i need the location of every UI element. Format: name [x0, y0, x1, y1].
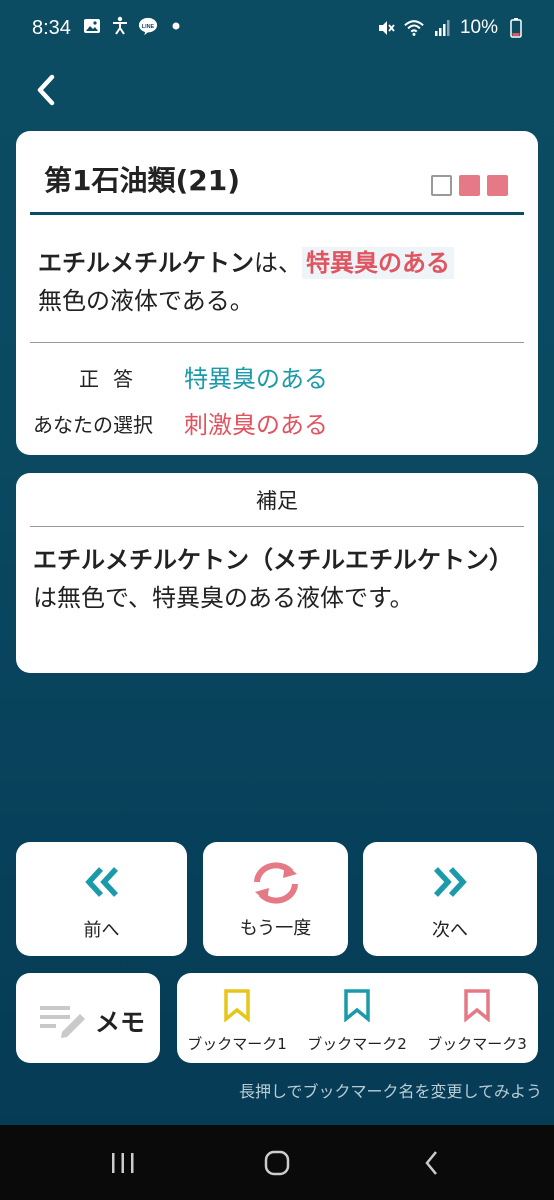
bookmark-3-button[interactable]: ブックマーク3 [417, 973, 537, 1063]
statement-term: エチルメチルケトン [38, 249, 254, 277]
back-button[interactable] [30, 72, 66, 108]
statement-particle: は、 [254, 249, 302, 277]
statement-rest: 無色の液体である。 [38, 287, 254, 315]
correct-answer-row: 正答 特異臭のある [16, 357, 538, 393]
memo-pencil-icon [40, 1006, 85, 1038]
statement-blank: 特異臭のある [302, 247, 454, 279]
wifi-icon [404, 18, 424, 38]
accessibility-icon [110, 16, 130, 36]
signal-icon [432, 18, 452, 38]
retry-button[interactable]: もう一度 [203, 842, 348, 956]
next-button[interactable]: 次へ [363, 842, 537, 956]
system-back-button[interactable] [412, 1147, 452, 1179]
prev-label: 前へ [83, 920, 120, 941]
supplement-body: エチルメチルケトン（メチルエチルケトン） は無色で、特異臭のある液体です。 [33, 541, 523, 617]
prev-button[interactable]: 前へ [16, 842, 187, 956]
double-chevron-right-icon [433, 867, 467, 897]
correct-label: 正答 [79, 367, 147, 391]
supplement-title: 補足 [256, 489, 298, 513]
bookmark-2-button[interactable]: ブックマーク2 [297, 973, 417, 1063]
bookmark-hint: 長押しでブックマーク名を変更してみよう [238, 1082, 542, 1101]
supplement-card: 補足 エチルメチルケトン（メチルエチルケトン） は無色で、特異臭のある液体です。 [16, 473, 538, 673]
supplement-divider [30, 526, 524, 527]
refresh-icon [253, 862, 298, 904]
supplement-rest: は無色で、特異臭のある液体です。 [33, 584, 414, 612]
chevron-left-icon [37, 74, 55, 106]
home-button[interactable] [257, 1147, 297, 1179]
bookmark-1-label: ブックマーク1 [187, 1035, 287, 1053]
correct-answer: 特異臭のある [184, 365, 328, 393]
mute-icon [376, 18, 396, 38]
question-statement: エチルメチルケトンは、 特異臭のある 無色の液体である。 [38, 244, 518, 320]
line-icon: LINE [138, 16, 158, 36]
svg-text:LINE: LINE [142, 24, 155, 30]
question-card: 第1石油類(21) エチルメチルケトンは、 特異臭のある 無色の液体である。 正答… [16, 131, 538, 455]
recent-apps-button[interactable] [103, 1147, 143, 1179]
supplement-term: エチルメチルケトン（メチルエチルケトン） [33, 546, 513, 574]
retry-label: もう一度 [239, 918, 312, 939]
recent-apps-icon [112, 1153, 134, 1173]
image-icon [82, 16, 102, 36]
title-divider [30, 212, 524, 215]
memo-button[interactable]: メモ [16, 973, 160, 1063]
bookmark-icon [224, 989, 250, 1022]
double-chevron-left-icon [84, 867, 118, 897]
memo-label: メモ [95, 1008, 146, 1037]
answer-divider [30, 342, 524, 343]
progress-box-empty [431, 175, 452, 196]
progress-box-filled [487, 175, 508, 196]
battery-percent: 10% [459, 17, 498, 38]
question-title: 第1石油類(21) [44, 164, 241, 197]
status-time: 8:34 [32, 17, 71, 39]
bookmark-1-button[interactable]: ブックマーク1 [177, 973, 297, 1063]
bookmark-panel: ブックマーク1 ブックマーク2 ブックマーク3 [177, 973, 538, 1063]
your-choice-row: あなたの選択 刺激臭のある [16, 403, 538, 439]
dot-icon [166, 16, 186, 36]
bookmark-icon [464, 989, 490, 1022]
home-icon [264, 1150, 290, 1176]
back-arrow-icon [425, 1151, 437, 1175]
progress-box-filled [459, 175, 480, 196]
next-label: 次へ [432, 920, 468, 941]
battery-icon [506, 18, 526, 38]
bookmark-2-label: ブックマーク2 [307, 1035, 407, 1053]
status-bar: 8:34 LINE 10% [0, 0, 554, 58]
your-choice: 刺激臭のある [184, 411, 328, 439]
bookmark-icon [344, 989, 370, 1022]
choice-label: あなたの選択 [33, 413, 153, 437]
system-nav-bar [0, 1125, 554, 1200]
progress-boxes [431, 175, 508, 196]
bookmark-3-label: ブックマーク3 [427, 1035, 527, 1053]
